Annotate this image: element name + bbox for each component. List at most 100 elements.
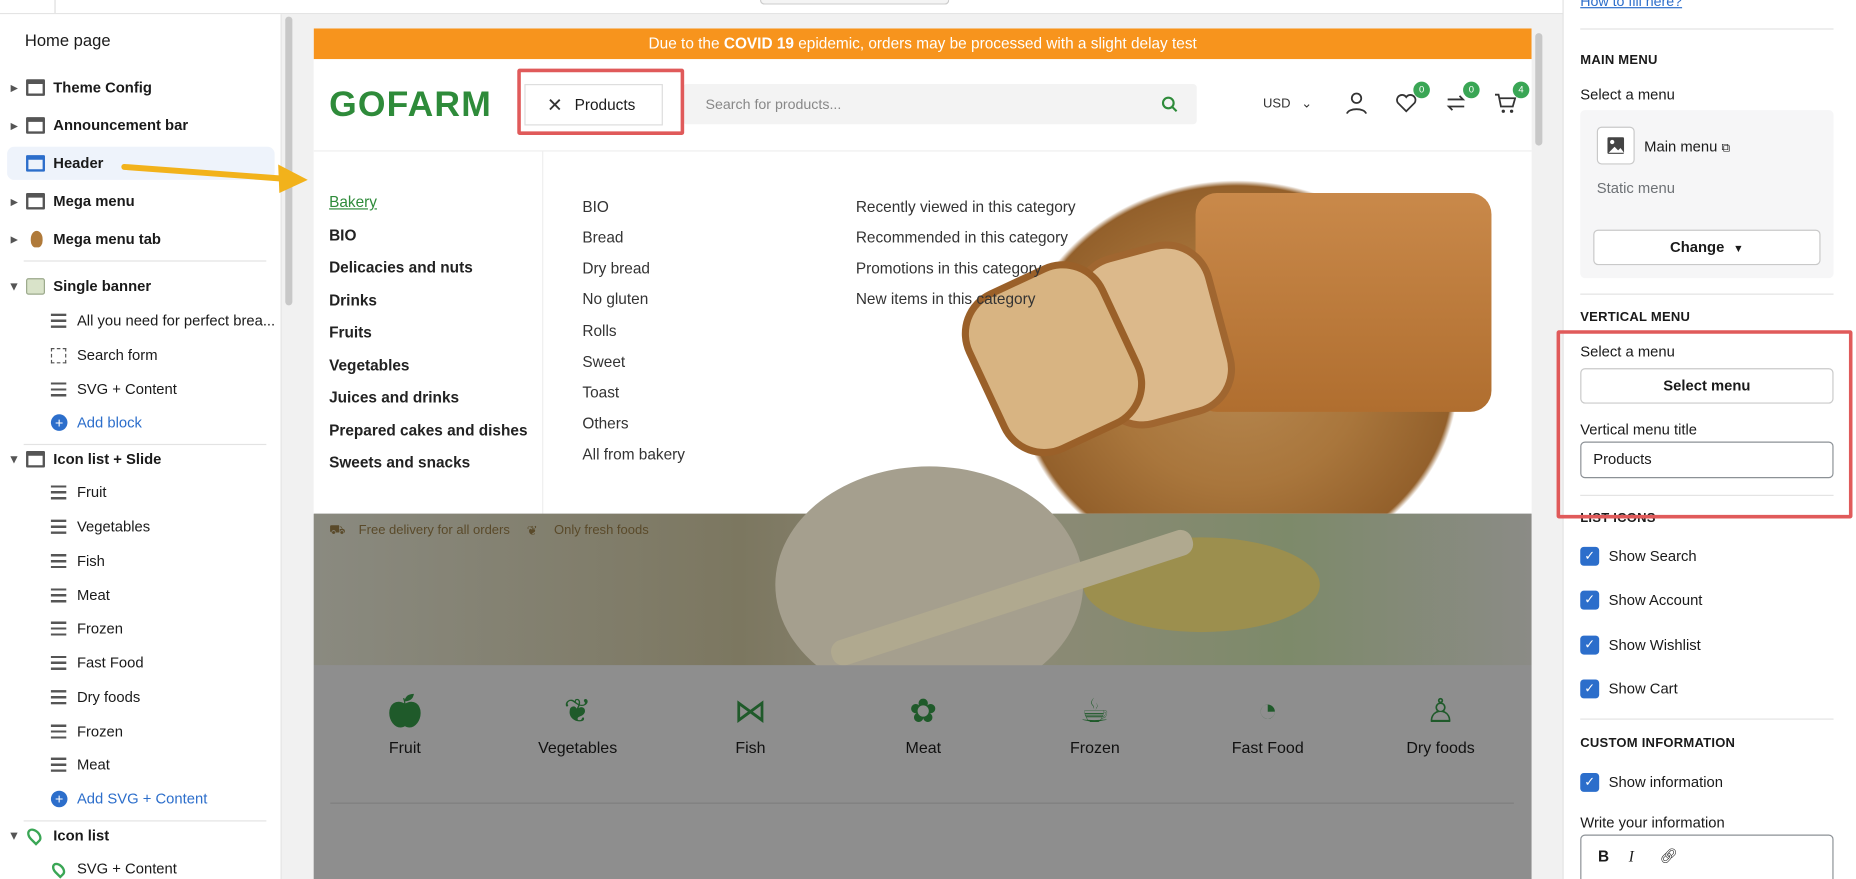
text-block-icon [50, 690, 67, 705]
category-vegetables[interactable]: ❦ Vegetables [513, 691, 643, 756]
pin-icon [24, 825, 45, 846]
section-announcement-bar[interactable]: ▶ Announcement bar [0, 109, 277, 142]
block-meat[interactable]: Meat [0, 579, 277, 612]
caret-right-icon[interactable]: ▶ [11, 82, 18, 93]
submenu-item[interactable]: BIO [582, 198, 609, 216]
caret-down-icon[interactable]: ▶ [9, 832, 20, 839]
block-meat[interactable]: Meat [0, 748, 277, 781]
search-placeholder: Search for products... [705, 95, 842, 113]
divider [1580, 718, 1834, 720]
add-svg-content-button[interactable]: + Add SVG + Content [0, 782, 277, 815]
caret-right-icon[interactable]: ▶ [11, 196, 18, 207]
caret-down-icon[interactable]: ▶ [9, 456, 20, 463]
divider [330, 802, 1514, 804]
category-meat[interactable]: ✿ Meat [858, 691, 988, 756]
block-fish[interactable]: Fish [0, 545, 277, 578]
show-search-checkbox[interactable]: ✓ [1580, 546, 1600, 566]
section-mega-menu-tab[interactable]: ▶ Mega menu tab [0, 223, 277, 256]
submenu-item[interactable]: Toast [582, 384, 619, 402]
caret-right-icon[interactable]: ▶ [11, 120, 18, 131]
add-block-button[interactable]: + Add block [0, 406, 277, 439]
change-button[interactable]: Change ▼ [1593, 229, 1821, 266]
menu-item-bakery[interactable]: Bakery [329, 193, 377, 211]
show-wishlist-checkbox[interactable]: ✓ [1580, 635, 1600, 655]
submenu-item[interactable]: Dry bread [582, 259, 650, 277]
text-block-icon [50, 757, 67, 772]
submenu-item[interactable]: No gluten [582, 290, 648, 308]
toolbar-separator [54, 0, 56, 14]
menu-item-sweets[interactable]: Sweets and snacks [329, 453, 470, 471]
menu-item-fruits[interactable]: Fruits [329, 323, 372, 341]
caret-down-icon[interactable]: ▶ [9, 283, 20, 290]
block-label: Fast Food [76, 654, 144, 672]
category-link[interactable]: New items in this category [856, 290, 1036, 308]
block-svg-content[interactable]: SVG + Content [0, 852, 277, 879]
compare-icon[interactable]: 0 [1444, 81, 1480, 117]
menu-item-juices[interactable]: Juices and drinks [329, 388, 459, 406]
section-single-banner[interactable]: ▶ Single banner [0, 270, 277, 303]
menu-item-prepared-cakes[interactable]: Prepared cakes and dishes [329, 421, 527, 439]
submenu-item[interactable]: Bread [582, 228, 623, 246]
show-cart-checkbox[interactable]: ✓ [1580, 679, 1600, 699]
external-link-icon[interactable]: ⧉ [1721, 142, 1729, 155]
italic-icon[interactable]: I [1629, 848, 1634, 867]
search-icon[interactable] [1161, 84, 1178, 124]
storefront-preview: Due to the COVID 19 epidemic, orders may… [313, 28, 1532, 879]
bold-icon[interactable]: B [1598, 848, 1609, 866]
category-link[interactable]: Recommended in this category [856, 228, 1068, 246]
block-label: All you need for perfect brea... [76, 312, 276, 330]
link-icon[interactable]: 🔗︎ [1660, 848, 1678, 865]
category-fruit[interactable]: 🍎︎ Fruit [340, 691, 470, 756]
category-label: Meat [905, 738, 942, 757]
submenu-item[interactable]: Rolls [582, 322, 616, 340]
category-link[interactable]: Recently viewed in this category [856, 198, 1076, 216]
main-menu-name[interactable]: Main menu ⧉ [1644, 138, 1730, 155]
frame-icon [50, 347, 67, 363]
main-menu-link[interactable]: Main menu [1644, 138, 1717, 155]
caret-right-icon[interactable]: ▶ [11, 234, 18, 245]
show-information-checkbox[interactable]: ✓ [1580, 772, 1600, 792]
block-fruit[interactable]: Fruit [0, 476, 277, 509]
block-svg-content[interactable]: SVG + Content [0, 373, 277, 406]
preview-scrollbar[interactable] [1535, 33, 1543, 146]
category-fish[interactable]: ⋈ Fish [685, 691, 815, 756]
rich-text-editor[interactable]: B I 🔗︎ [1580, 834, 1834, 879]
menu-item-drinks[interactable]: Drinks [329, 291, 377, 309]
wishlist-icon[interactable]: 0 [1394, 81, 1430, 117]
menu-item-bio[interactable]: BIO [329, 226, 356, 244]
menu-item-delicacies[interactable]: Delicacies and nuts [329, 258, 473, 276]
section-icon-list[interactable]: ▶ Icon list [0, 819, 277, 852]
help-link[interactable]: How to fill here? [1580, 0, 1682, 9]
block-frozen[interactable]: Frozen [0, 715, 277, 748]
submenu-item[interactable]: Sweet [582, 353, 625, 371]
block-text[interactable]: All you need for perfect brea... [0, 304, 277, 337]
section-label: Icon list [53, 827, 110, 844]
block-dry-foods[interactable]: Dry foods [0, 681, 277, 714]
menu-item-vegetables[interactable]: Vegetables [329, 356, 409, 374]
submenu-item[interactable]: All from bakery [582, 445, 685, 463]
account-icon[interactable] [1345, 91, 1371, 117]
section-icon-list-slide[interactable]: ▶ Icon list + Slide [0, 443, 277, 476]
block-fast-food[interactable]: Fast Food [0, 646, 277, 679]
category-dry-foods[interactable]: ♙ Dry foods [1375, 691, 1505, 756]
currency-selector[interactable]: USD ⌄ [1263, 96, 1312, 111]
category-fast-food[interactable]: ◔ Fast Food [1203, 691, 1333, 756]
device-toggle[interactable] [759, 0, 950, 5]
block-search-form[interactable]: Search form [0, 339, 277, 372]
block-frozen[interactable]: Frozen [0, 612, 277, 645]
block-vegetables[interactable]: Vegetables [0, 510, 277, 543]
category-frozen[interactable]: ☕︎ Frozen [1030, 691, 1160, 756]
section-theme-config[interactable]: ▶ Theme Config [0, 71, 277, 104]
category-link[interactable]: Promotions in this category [856, 259, 1042, 277]
search-input[interactable]: Search for products... [682, 84, 1197, 125]
block-label: Meat [76, 756, 110, 773]
cart-icon[interactable]: 4 [1494, 81, 1530, 117]
fish-icon: ⋈ [733, 692, 768, 730]
peas-icon: ❦ [563, 692, 592, 730]
show-account-checkbox[interactable]: ✓ [1580, 590, 1600, 610]
divider [1580, 28, 1834, 30]
submenu-item[interactable]: Others [582, 414, 628, 432]
logo[interactable]: GOFARM [329, 85, 492, 125]
section-icon [26, 117, 45, 134]
ice-cream-icon: ♙ [1425, 692, 1456, 730]
